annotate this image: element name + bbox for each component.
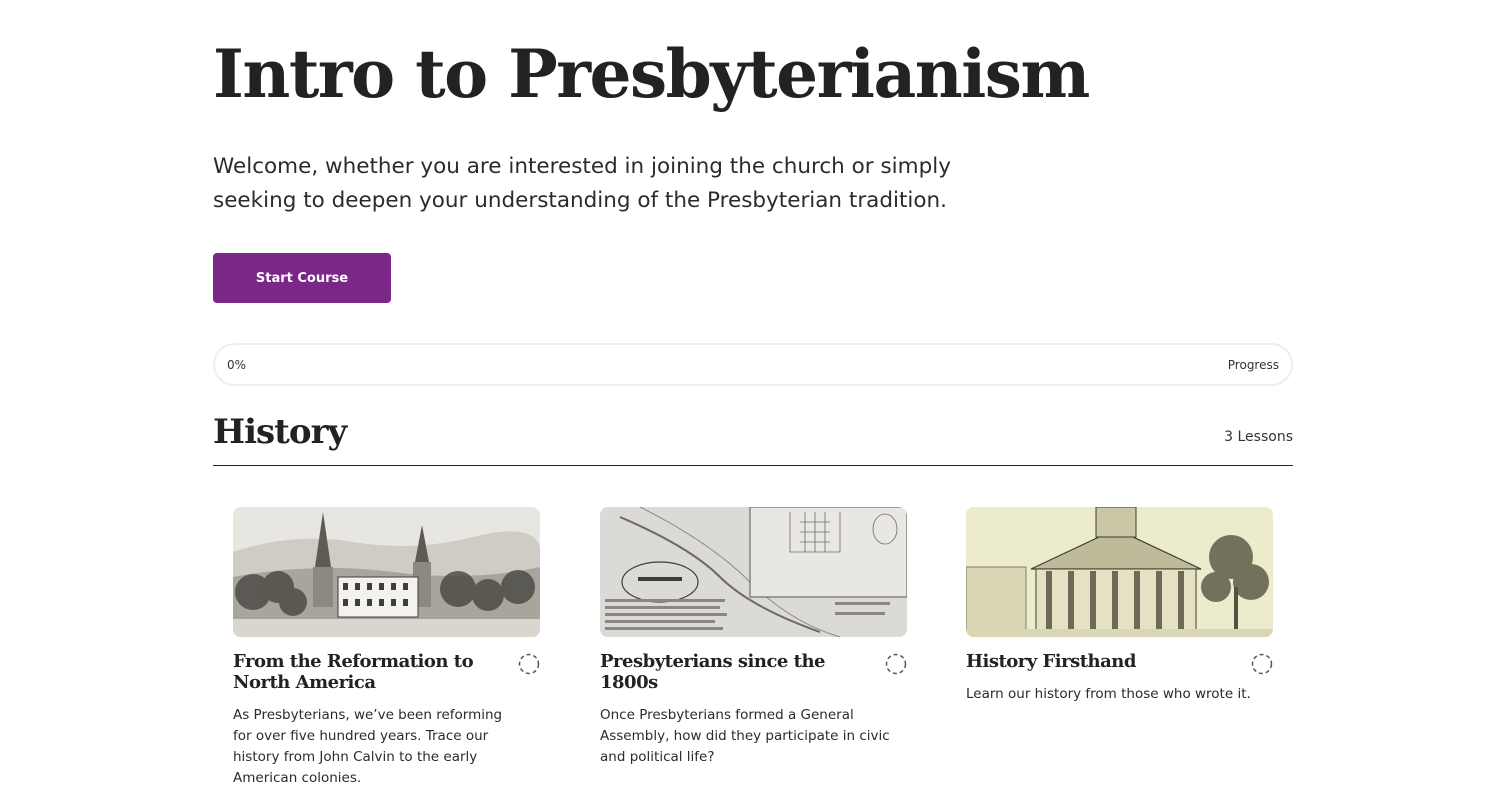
lesson-title[interactable]: From the Reformation to North America [233, 651, 508, 693]
lesson-title[interactable]: History Firsthand [966, 651, 1241, 672]
lesson-thumbnail-village-engraving[interactable] [233, 507, 540, 637]
incomplete-circle-icon [1251, 653, 1273, 675]
lesson-card[interactable]: History Firsthand Learn our history from… [966, 507, 1273, 705]
lesson-thumbnail-colony-map[interactable] [600, 507, 907, 637]
lesson-card[interactable]: From the Reformation to North America As… [233, 507, 540, 789]
lesson-title[interactable]: Presbyterians since the 1800s [600, 651, 875, 693]
section-header: History 3 Lessons [213, 410, 1293, 466]
lesson-description: As Presbyterians, we’ve been reforming f… [233, 707, 503, 786]
lesson-description: Once Presbyterians formed a General Asse… [600, 707, 890, 765]
lesson-thumbnail-assembly-hall[interactable] [966, 507, 1273, 637]
incomplete-circle-icon [518, 653, 540, 675]
progress-bar: 0% Progress [213, 343, 1293, 386]
progress-label: Progress [1227, 357, 1279, 372]
lesson-count: 3 Lessons [1224, 429, 1293, 445]
incomplete-circle-icon [885, 653, 907, 675]
section-title: History [213, 412, 347, 452]
course-intro: Welcome, whether you are interested in j… [213, 154, 951, 213]
lesson-description: Learn our history from those who wrote i… [966, 686, 1251, 702]
progress-percent: 0% [227, 357, 247, 372]
page-title: Intro to Presbyterianism [213, 35, 1090, 113]
lesson-card[interactable]: Presbyterians since the 1800s Once Presb… [600, 507, 907, 768]
start-course-button[interactable]: Start Course [213, 253, 391, 303]
